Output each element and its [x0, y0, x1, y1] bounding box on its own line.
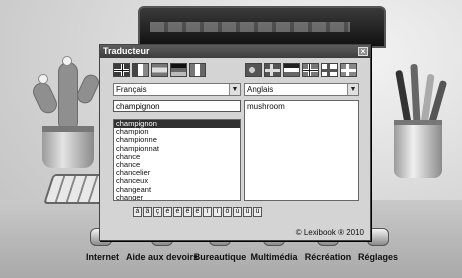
denmark-flag-icon[interactable] — [340, 63, 357, 77]
cactus-illustration — [58, 62, 78, 132]
accent-key[interactable]: ê — [183, 207, 192, 217]
window-title: Traducteur — [103, 46, 150, 56]
accent-key[interactable]: ë — [193, 207, 202, 217]
flower-icon — [38, 74, 48, 84]
title-bar[interactable]: Traducteur × — [100, 45, 370, 58]
netherlands-flag-icon[interactable] — [283, 63, 300, 77]
norway-flag-icon[interactable] — [302, 63, 319, 77]
taskbar-label: Internet — [86, 252, 120, 262]
list-item[interactable]: changer — [114, 193, 240, 200]
accent-key[interactable]: ç — [153, 207, 162, 217]
sweden-flag-icon[interactable] — [264, 63, 281, 77]
accent-key[interactable]: é — [173, 207, 182, 217]
accent-key[interactable]: ô — [223, 207, 232, 217]
source-flags — [113, 63, 243, 79]
accent-key[interactable]: ï — [213, 207, 222, 217]
accent-key[interactable]: û — [243, 207, 252, 217]
accent-key[interactable]: â — [143, 207, 152, 217]
copyright-text: © Lexibook ® 2010 — [295, 228, 364, 237]
accent-key[interactable]: à — [133, 207, 142, 217]
search-input[interactable] — [113, 100, 241, 112]
accent-key[interactable]: ü — [253, 207, 262, 217]
accent-key[interactable]: è — [163, 207, 172, 217]
close-button[interactable]: × — [358, 47, 368, 56]
france-flag-icon[interactable] — [132, 63, 149, 77]
target-language-value: Anglais — [247, 85, 274, 94]
flower-icon — [62, 56, 72, 66]
target-flags — [245, 63, 371, 79]
translation-text: mushroom — [247, 102, 285, 111]
italy-flag-icon[interactable] — [189, 63, 206, 77]
target-language-select[interactable]: Anglais ▼ — [244, 83, 359, 96]
monitor-decoration — [150, 22, 350, 32]
chevron-down-icon[interactable]: ▼ — [229, 84, 240, 95]
source-language-value: Français — [116, 85, 147, 94]
uk-flag-icon[interactable] — [113, 63, 130, 77]
translation-pane: mushroom — [244, 100, 359, 201]
translator-window: Traducteur × Français ▼ Anglais ▼ champi… — [99, 44, 371, 241]
taskbar-label: Multimédia — [250, 252, 298, 262]
taskbar-label: Bureautique — [193, 252, 247, 262]
source-language-select[interactable]: Français ▼ — [113, 83, 241, 96]
word-list[interactable]: champignon champion championne championn… — [113, 119, 241, 201]
plant-pot-illustration — [42, 126, 94, 168]
accent-key[interactable]: î — [203, 207, 212, 217]
accent-key[interactable]: ù — [233, 207, 242, 217]
taskbar-label: Réglages — [358, 252, 399, 262]
finland-flag-icon[interactable] — [321, 63, 338, 77]
portugal-flag-icon[interactable] — [245, 63, 262, 77]
taskbar-label: Récréation — [304, 252, 352, 262]
germany-flag-icon[interactable] — [170, 63, 187, 77]
pen-holder-illustration — [394, 120, 442, 178]
spain-flag-icon[interactable] — [151, 63, 168, 77]
chevron-down-icon[interactable]: ▼ — [347, 84, 358, 95]
